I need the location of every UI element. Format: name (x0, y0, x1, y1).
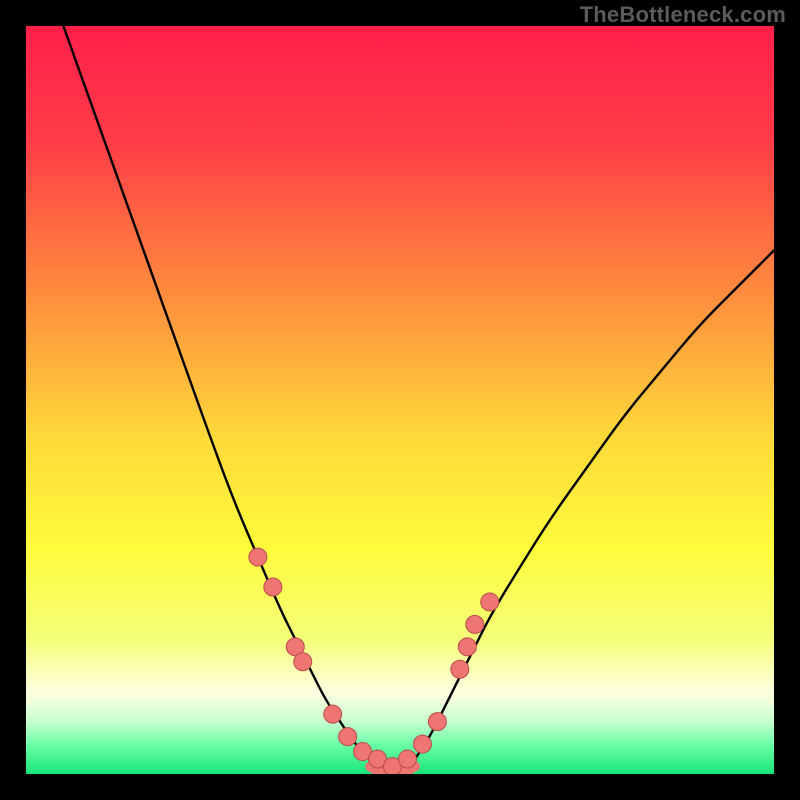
curve-layer (26, 26, 774, 774)
marker-point (324, 705, 342, 723)
watermark-label: TheBottleneck.com (580, 2, 786, 28)
marker-point (249, 548, 267, 566)
marker-point (413, 735, 431, 753)
marker-point (481, 593, 499, 611)
chart-frame: TheBottleneck.com (0, 0, 800, 800)
marker-point (294, 653, 312, 671)
marker-point (428, 713, 446, 731)
marker-point (339, 728, 357, 746)
marker-point (458, 638, 476, 656)
series-right_branch (415, 250, 774, 759)
marker-point (398, 750, 416, 768)
series-left_branch (63, 26, 400, 774)
marker-point (264, 578, 282, 596)
marker-point (466, 615, 484, 633)
plot-area (26, 26, 774, 774)
marker-point (451, 660, 469, 678)
